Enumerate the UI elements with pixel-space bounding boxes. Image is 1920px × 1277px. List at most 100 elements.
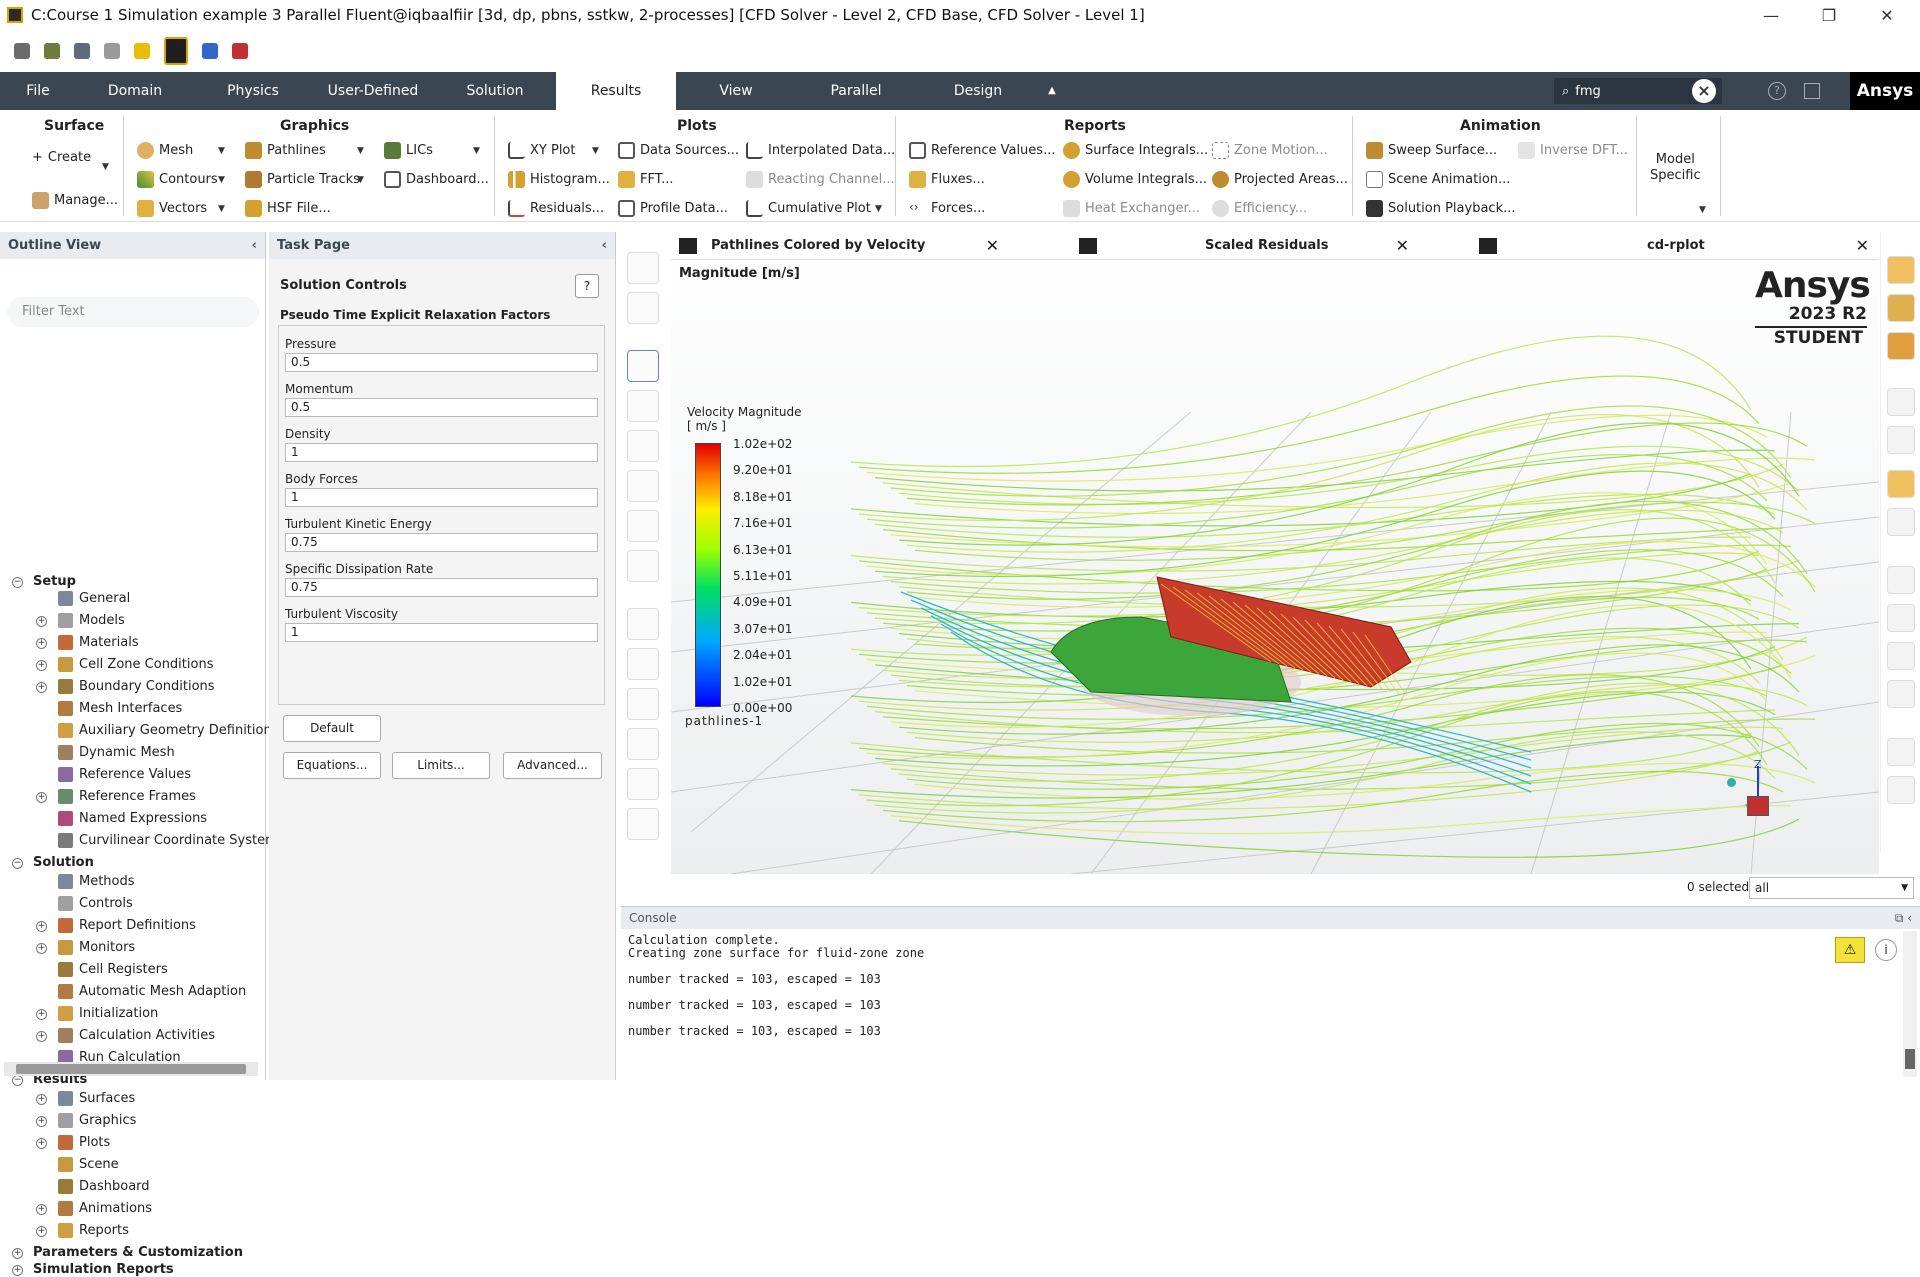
probe-info-icon[interactable] (627, 550, 659, 582)
mesh-display-icon[interactable] (1887, 332, 1915, 360)
display-options-icon[interactable] (627, 252, 659, 284)
undo-view-icon[interactable] (1887, 508, 1915, 536)
tree-item-reports[interactable]: Reports (58, 1223, 129, 1238)
console-scrollbar[interactable] (1903, 931, 1917, 1077)
tree-item-dashboard[interactable]: Dashboard (58, 1179, 150, 1194)
fluxes-button[interactable]: Fluxes... (909, 171, 985, 188)
expand-results-icon[interactable]: − (12, 1075, 23, 1086)
panel-layout-icon[interactable] (1804, 83, 1820, 99)
expand-icon[interactable]: + (36, 1031, 47, 1042)
help-icon[interactable]: ? (1768, 82, 1786, 100)
close-tab-icon[interactable]: ✕ (986, 232, 999, 260)
ruler-icon[interactable] (1887, 604, 1915, 632)
model-specific-button[interactable]: Model Specific (1650, 152, 1701, 184)
expand-icon[interactable]: + (36, 660, 47, 671)
xy-plot-dropdown-icon[interactable]: ▼ (592, 146, 599, 156)
expand-icon[interactable]: + (36, 921, 47, 932)
axes-toggle-icon[interactable] (1887, 566, 1915, 594)
manage-surface-button[interactable]: Manage... (32, 192, 118, 209)
relaxation-factor-input[interactable]: 0.5 (285, 398, 598, 417)
create-dropdown-icon[interactable]: ▼ (102, 162, 109, 172)
zoom-in-icon[interactable] (627, 728, 659, 760)
lics-dropdown-icon[interactable]: ▼ (473, 146, 480, 156)
expand-solution-icon[interactable]: − (12, 858, 23, 869)
scrollbar-thumb[interactable] (16, 1064, 246, 1074)
annotation-icon[interactable] (1887, 642, 1915, 670)
console-options-icon[interactable]: ⧉ ‹ (1895, 907, 1912, 929)
tab-results[interactable]: Results (556, 72, 676, 110)
projected-areas-button[interactable]: Projected Areas... (1212, 171, 1348, 188)
tree-item-dynamic-mesh[interactable]: Dynamic Mesh (58, 745, 175, 760)
expand-simulation-reports-icon[interactable]: + (12, 1265, 23, 1276)
default-button[interactable]: Default (283, 715, 381, 742)
tab-physics[interactable]: Physics (194, 72, 312, 110)
advanced-button[interactable]: Advanced... (503, 752, 602, 779)
zoom-icon[interactable] (627, 510, 659, 542)
model-specific-dropdown-icon[interactable]: ▼ (1699, 205, 1706, 215)
tree-item-reference-values[interactable]: Reference Values (58, 767, 191, 782)
tab-design[interactable]: Design (916, 72, 1040, 110)
tab-pathlines[interactable]: Pathlines Colored by Velocity Magnitude … (679, 232, 999, 281)
close-tab-icon[interactable]: ✕ (1856, 232, 1869, 260)
tab-file[interactable]: File (0, 72, 76, 110)
snapshot-icon[interactable] (1887, 776, 1915, 804)
heat-exchanger-button[interactable]: Heat Exchanger... (1063, 200, 1200, 217)
selection-filter-select[interactable]: all ▼ (1749, 877, 1914, 899)
collapse-panel-icon[interactable]: ‹ (252, 232, 257, 259)
reload-icon[interactable] (104, 43, 120, 59)
warning-icon[interactable]: ⚠ (1835, 937, 1865, 963)
solution-playback-button[interactable]: Solution Playback... (1366, 200, 1516, 217)
open-icon[interactable] (44, 43, 60, 59)
copy-image-icon[interactable] (1887, 738, 1915, 766)
expand-icon[interactable]: + (36, 943, 47, 954)
tree-item-auxiliary-geometry-definitions[interactable]: Auxiliary Geometry Definitions (58, 723, 278, 738)
tree-item-initialization[interactable]: Initialization (58, 1006, 158, 1021)
collapse-ribbon-icon[interactable]: ▲ (1040, 72, 1064, 110)
expand-icon[interactable]: + (36, 1116, 47, 1127)
pathlines-button[interactable]: Pathlines (245, 142, 326, 159)
tree-item-models[interactable]: Models (58, 613, 125, 628)
volume-integrals-button[interactable]: Volume Integrals... (1063, 171, 1207, 188)
vectors-dropdown-icon[interactable]: ▼ (218, 204, 225, 214)
contours-button[interactable]: Contours (137, 171, 218, 188)
relaxation-factor-input[interactable]: 1 (285, 488, 598, 507)
tree-item-named-expressions[interactable]: Named Expressions (58, 811, 207, 826)
tab-solution[interactable]: Solution (434, 72, 556, 110)
close-tab-icon[interactable]: ✕ (1396, 232, 1409, 260)
minimize-button[interactable]: — (1742, 0, 1800, 30)
views-icon[interactable] (1887, 470, 1915, 498)
outline-hscrollbar[interactable] (4, 1062, 258, 1076)
data-sources-button[interactable]: Data Sources... (618, 142, 739, 159)
expand-icon[interactable]: + (36, 1226, 47, 1237)
zoom-out-icon[interactable] (627, 688, 659, 720)
expand-icon[interactable]: + (36, 616, 47, 627)
tree-item-general[interactable]: General (58, 591, 130, 606)
expand-icon[interactable]: + (36, 1138, 47, 1149)
clear-search-icon[interactable]: × (1692, 79, 1716, 103)
tree-solution[interactable]: Solution (33, 855, 94, 870)
forces-button[interactable]: ‹› Forces... (909, 200, 985, 217)
efficiency-button[interactable]: Efficiency... (1212, 200, 1307, 217)
transparency-icon[interactable] (1887, 294, 1915, 322)
xy-plot-button[interactable]: XY Plot (508, 142, 575, 159)
pathlines-dropdown-icon[interactable]: ▼ (357, 146, 364, 156)
fft-button[interactable]: FFT... (618, 171, 674, 188)
tree-item-cell-zone-conditions[interactable]: Cell Zone Conditions (58, 657, 213, 672)
surface-integrals-button[interactable]: Surface Integrals... (1063, 142, 1208, 159)
colormap-icon[interactable] (1887, 680, 1915, 708)
tree-item-scene[interactable]: Scene (58, 1157, 119, 1172)
new-case-icon[interactable] (14, 43, 30, 59)
tree-parameters[interactable]: Parameters & Customization (33, 1245, 243, 1260)
inverse-dft-button[interactable]: Inverse DFT... (1518, 142, 1628, 159)
tree-item-graphics[interactable]: Graphics (58, 1113, 136, 1128)
lightning-icon[interactable] (134, 43, 150, 59)
tree-item-boundary-conditions[interactable]: Boundary Conditions (58, 679, 215, 694)
histogram-button[interactable]: Histogram... (508, 171, 610, 188)
tree-item-controls[interactable]: Controls (58, 896, 133, 911)
tree-item-monitors[interactable]: Monitors (58, 940, 135, 955)
expand-icon[interactable]: + (36, 638, 47, 649)
tree-item-animations[interactable]: Animations (58, 1201, 152, 1216)
interpolated-data-button[interactable]: Interpolated Data... (746, 142, 895, 159)
tree-item-plots[interactable]: Plots (58, 1135, 110, 1150)
expand-icon[interactable]: + (36, 1094, 47, 1105)
